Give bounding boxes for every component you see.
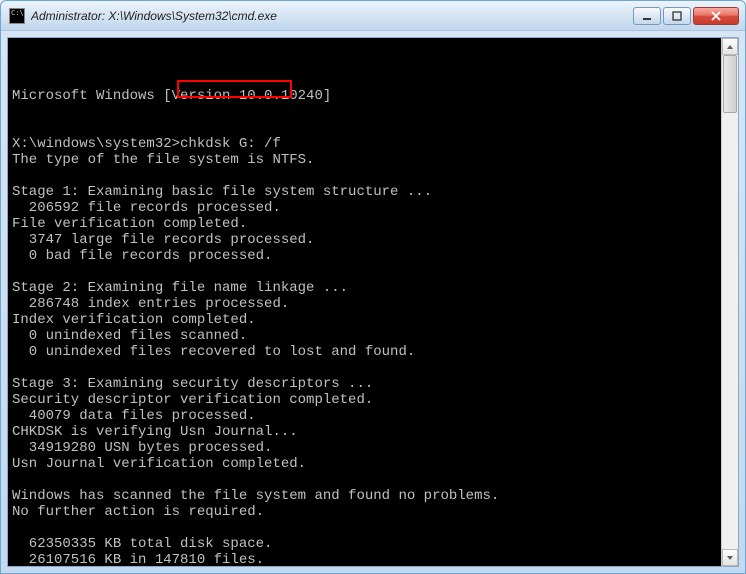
terminal-container: Microsoft Windows [Version 10.0.10240] X:…	[7, 37, 739, 567]
terminal-line: 40079 data files processed.	[12, 408, 717, 424]
terminal-line: Stage 1: Examining basic file system str…	[12, 184, 717, 200]
window-title: Administrator: X:\Windows\System32\cmd.e…	[31, 9, 633, 23]
terminal-line: 286748 index entries processed.	[12, 296, 717, 312]
terminal-line: 62350335 KB total disk space.	[12, 536, 717, 552]
terminal-output[interactable]: Microsoft Windows [Version 10.0.10240] X:…	[8, 38, 721, 566]
terminal-line	[12, 472, 717, 488]
terminal-line	[12, 120, 717, 136]
terminal-line	[12, 104, 717, 120]
maximize-icon	[672, 11, 682, 21]
close-button[interactable]	[693, 7, 739, 25]
terminal-line: 34919280 USN bytes processed.	[12, 440, 717, 456]
terminal-line: 0 unindexed files scanned.	[12, 328, 717, 344]
terminal-line: 0 bad file records processed.	[12, 248, 717, 264]
minimize-icon	[642, 11, 652, 21]
terminal-line: 0 unindexed files recovered to lost and …	[12, 344, 717, 360]
cmd-icon	[9, 8, 25, 24]
close-icon	[710, 11, 722, 21]
chevron-up-icon	[726, 44, 734, 50]
minimize-button[interactable]	[633, 7, 661, 25]
terminal-line: The type of the file system is NTFS.	[12, 152, 717, 168]
terminal-line: 26107516 KB in 147810 files.	[12, 552, 717, 566]
terminal-line	[12, 520, 717, 536]
chevron-down-icon	[726, 555, 734, 561]
terminal-line: Usn Journal verification completed.	[12, 456, 717, 472]
scrollbar-thumb[interactable]	[723, 55, 737, 113]
terminal-line: No further action is required.	[12, 504, 717, 520]
terminal-line	[12, 168, 717, 184]
window-controls	[633, 7, 739, 25]
scroll-up-button[interactable]	[722, 38, 738, 55]
vertical-scrollbar[interactable]	[721, 38, 738, 566]
scrollbar-track[interactable]	[722, 55, 738, 549]
content-area: Microsoft Windows [Version 10.0.10240] X:…	[1, 31, 745, 573]
terminal-line: Security descriptor verification complet…	[12, 392, 717, 408]
terminal-line	[12, 264, 717, 280]
terminal-line: 206592 file records processed.	[12, 200, 717, 216]
terminal-line: Stage 3: Examining security descriptors …	[12, 376, 717, 392]
cmd-window: Administrator: X:\Windows\System32\cmd.e…	[0, 0, 746, 574]
terminal-line: Stage 2: Examining file name linkage ...	[12, 280, 717, 296]
terminal-line: File verification completed.	[12, 216, 717, 232]
scroll-down-button[interactable]	[722, 549, 738, 566]
terminal-line: Windows has scanned the file system and …	[12, 488, 717, 504]
terminal-line: Index verification completed.	[12, 312, 717, 328]
terminal-line: CHKDSK is verifying Usn Journal...	[12, 424, 717, 440]
titlebar[interactable]: Administrator: X:\Windows\System32\cmd.e…	[1, 1, 745, 31]
terminal-line: 3747 large file records processed.	[12, 232, 717, 248]
terminal-line	[12, 360, 717, 376]
maximize-button[interactable]	[663, 7, 691, 25]
terminal-line: Microsoft Windows [Version 10.0.10240]	[12, 88, 717, 104]
terminal-line: X:\windows\system32>chkdsk G: /f	[12, 136, 717, 152]
